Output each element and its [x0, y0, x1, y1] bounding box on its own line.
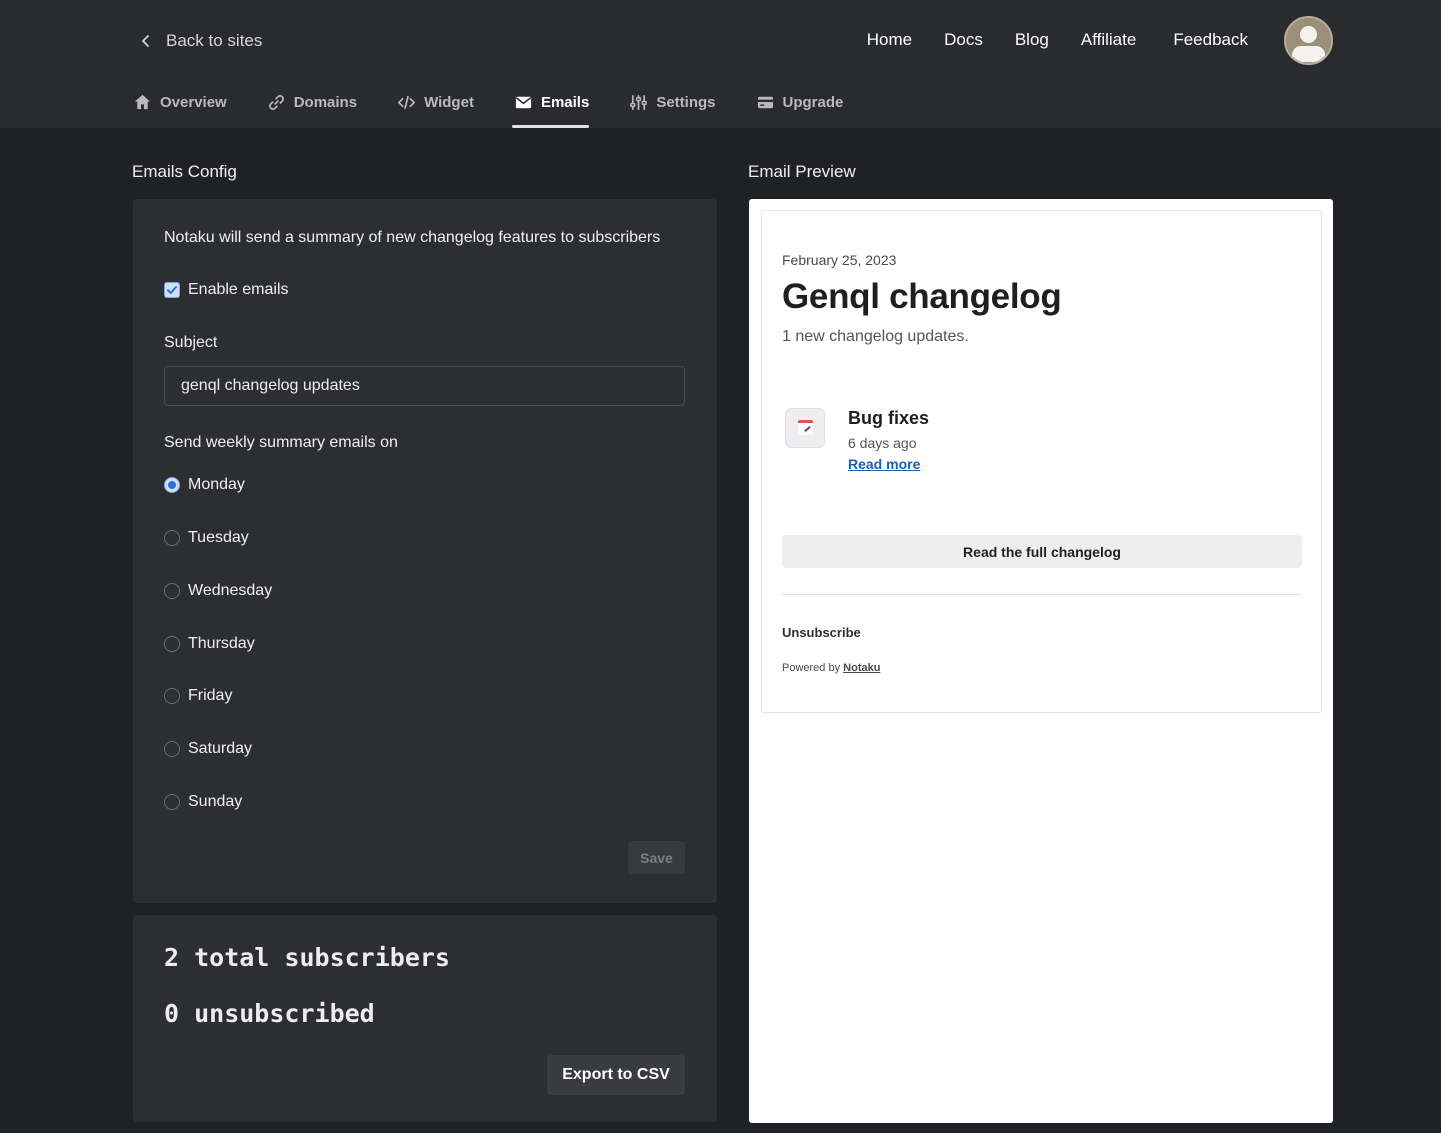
day-radio-friday[interactable]: Friday — [164, 687, 232, 705]
enable-emails-checkbox[interactable] — [164, 282, 180, 298]
day-label: Wednesday — [188, 582, 273, 599]
enable-emails-checkbox-row[interactable]: Enable emails — [164, 281, 289, 299]
chevron-left-icon — [142, 35, 149, 47]
top-nav: Home Docs Blog Affiliate Feedback — [867, 15, 1333, 65]
email-heading: Genql changelog — [782, 277, 1062, 316]
email-preview-title: Email Preview — [748, 162, 856, 181]
notaku-link[interactable]: Notaku — [843, 662, 880, 674]
tab-settings[interactable]: Settings — [629, 84, 716, 120]
tab-label: Emails — [540, 93, 590, 111]
tab-emails[interactable]: Emails — [511, 84, 590, 128]
emails-config-title: Emails Config — [132, 162, 237, 181]
read-full-changelog-button[interactable]: Read the full changelog — [782, 535, 1302, 568]
tab-label: Overview — [160, 93, 227, 111]
avatar-body — [1292, 45, 1325, 62]
code-icon — [398, 95, 416, 109]
day-label: Monday — [188, 476, 245, 493]
subject-value: genql changelog updates — [181, 377, 360, 394]
radio-button[interactable] — [164, 583, 180, 599]
day-radio-sunday[interactable]: Sunday — [164, 793, 242, 811]
home-icon — [134, 94, 151, 109]
radio-button[interactable] — [164, 530, 180, 546]
link-icon — [268, 94, 284, 110]
back-to-sites-link[interactable]: Back to sites — [138, 28, 262, 54]
mail-icon — [515, 96, 532, 108]
unsubscribe-link[interactable]: Unsubscribe — [782, 625, 861, 640]
nav-docs[interactable]: Docs — [944, 30, 983, 50]
check-icon — [167, 286, 177, 294]
powered-prefix: Powered by — [782, 662, 841, 674]
site-tabs: Overview Domains Widget Emails Settings … — [133, 84, 883, 128]
avatar[interactable] — [1284, 15, 1333, 65]
tab-label: Settings — [656, 93, 716, 111]
config-intro: Notaku will send a summary of new change… — [164, 229, 661, 246]
subject-label: Subject — [164, 334, 218, 351]
nav-affiliate[interactable]: Affiliate — [1081, 30, 1136, 50]
subscriber-stats-card: 2 total subscribers 0 unsubscribed Expor… — [133, 915, 717, 1122]
day-radio-wednesday[interactable]: Wednesday — [164, 582, 272, 600]
radio-button[interactable] — [164, 636, 180, 652]
sliders-icon — [630, 94, 648, 110]
schedule-label: Send weekly summary emails on — [164, 434, 398, 451]
day-radio-monday[interactable]: Monday — [164, 476, 245, 494]
calendar-icon — [785, 408, 825, 448]
radio-button[interactable] — [164, 477, 180, 493]
total-subscribers: 2 total subscribers — [164, 943, 450, 972]
calendar-glyph — [798, 420, 813, 435]
tab-label: Domains — [293, 93, 358, 111]
email-date: February 25, 2023 — [782, 252, 897, 268]
day-label: Saturday — [188, 740, 253, 757]
day-label: Friday — [188, 687, 233, 704]
enable-emails-label: Enable emails — [188, 281, 289, 298]
day-radio-tuesday[interactable]: Tuesday — [164, 529, 249, 547]
tab-label: Upgrade — [782, 93, 844, 111]
tab-widget[interactable]: Widget — [397, 84, 474, 120]
nav-blog[interactable]: Blog — [1015, 30, 1049, 50]
tab-label: Widget — [424, 93, 474, 111]
divider — [782, 594, 1302, 595]
entry-time: 6 days ago — [848, 435, 917, 451]
read-more-link[interactable]: Read more — [848, 456, 920, 472]
entry-title: Bug fixes — [848, 408, 930, 428]
credit-card-icon — [757, 96, 773, 108]
save-button[interactable]: Save — [628, 841, 685, 874]
radio-button[interactable] — [164, 741, 180, 757]
email-subheading: 1 new changelog updates. — [782, 328, 969, 345]
day-radio-thursday[interactable]: Thursday — [164, 635, 255, 653]
subject-input[interactable]: genql changelog updates — [164, 366, 685, 406]
export-csv-button[interactable]: Export to CSV — [547, 1055, 685, 1095]
emails-config-card: Notaku will send a summary of new change… — [133, 199, 717, 903]
day-radio-saturday[interactable]: Saturday — [164, 740, 252, 758]
radio-button[interactable] — [164, 688, 180, 704]
avatar-head — [1300, 25, 1317, 43]
nav-feedback[interactable]: Feedback — [1173, 30, 1248, 50]
day-label: Sunday — [188, 793, 243, 810]
day-label: Tuesday — [188, 529, 249, 546]
powered-by: Powered by Notaku — [782, 662, 880, 674]
tab-domains[interactable]: Domains — [267, 84, 357, 120]
app-header: Back to sites Home Docs Blog Affiliate F… — [0, 0, 1441, 128]
unsubscribed-count: 0 unsubscribed — [164, 999, 375, 1028]
back-label: Back to sites — [166, 31, 263, 50]
nav-home[interactable]: Home — [867, 30, 912, 50]
email-preview-panel: February 25, 2023 Genql changelog 1 new … — [749, 199, 1333, 1123]
tab-overview[interactable]: Overview — [133, 84, 227, 120]
day-label: Thursday — [188, 635, 255, 652]
email-preview: February 25, 2023 Genql changelog 1 new … — [761, 210, 1322, 713]
tab-upgrade[interactable]: Upgrade — [756, 84, 844, 120]
radio-button[interactable] — [164, 794, 180, 810]
